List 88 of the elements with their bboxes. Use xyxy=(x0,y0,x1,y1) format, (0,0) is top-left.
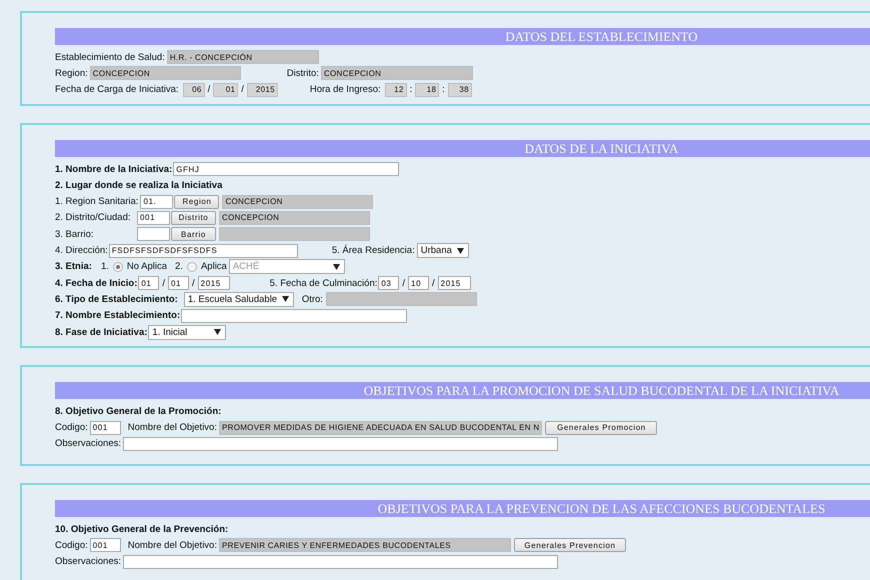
input-field[interactable] xyxy=(326,292,477,306)
field-label: Codigo: xyxy=(55,540,88,551)
button[interactable]: Region xyxy=(174,194,220,209)
input-field[interactable]: 001 xyxy=(90,420,121,435)
button[interactable]: Generales Prevencion xyxy=(514,538,626,552)
input-field[interactable]: FSDFSFSDFSDFSFSDFS xyxy=(108,244,298,258)
input-field[interactable]: PROMOVER MEDIDAS DE HIGIENE ADECUADA EN SALUD BUCODENTAL EN N xyxy=(218,420,542,435)
input-field[interactable] xyxy=(181,308,408,323)
radio-button[interactable] xyxy=(186,262,197,272)
input-field[interactable]: 001 xyxy=(137,210,170,225)
section-title: DATOS DEL ESTABLECIMIENTO xyxy=(505,29,698,44)
button[interactable]: Barrio xyxy=(171,227,216,242)
input-field[interactable] xyxy=(123,436,558,451)
dropdown[interactable]: Urbana xyxy=(416,243,469,258)
input-field[interactable] xyxy=(123,554,558,569)
date-separator: / xyxy=(208,84,210,96)
field-label: Establecimiento de Salud: xyxy=(55,52,165,63)
field-label: Observaciones: xyxy=(55,438,122,450)
field-label: 2. Distrito/Ciudad: xyxy=(55,212,132,224)
input-field[interactable]: 06 xyxy=(182,82,205,97)
date-separator: : xyxy=(442,84,445,96)
section-title: OBJETIVOS PARA LA PREVENCION DE LAS AFECCIONES BUCODENTALES xyxy=(378,501,826,516)
field-label: 2. xyxy=(175,261,183,272)
field-label: 3. Etnia: xyxy=(55,261,92,272)
field-label: Nombre del Objetivo: xyxy=(128,540,217,551)
field-label: 1. xyxy=(100,261,109,272)
input-field[interactable]: 12 xyxy=(384,82,407,97)
field-label: 8. Objetivo General de la Promoción: xyxy=(55,406,222,417)
dropdown[interactable]: 1. Inicial xyxy=(148,324,226,340)
field-label: 5. Área Residencia: xyxy=(332,245,415,256)
input-field[interactable] xyxy=(137,227,170,242)
field-label: 2. Lugar donde se realiza la Iniciativa xyxy=(55,180,222,191)
field-label: 6. Tipo de Establecimiento: xyxy=(55,294,178,305)
field-label: Otro: xyxy=(302,294,323,305)
input-field[interactable]: PREVENIR CARIES Y ENFERMEDADES BUCODENTALES xyxy=(218,538,511,552)
section-title: DATOS DE LA INICIATIVA xyxy=(524,140,678,156)
input-field[interactable]: 01 xyxy=(213,82,238,97)
field-label: Nombre del Objetivo: xyxy=(128,422,217,434)
input-field[interactable]: 01 xyxy=(138,276,160,290)
input-field[interactable]: 001 xyxy=(90,538,121,552)
field-label: Fecha de Carga de Iniciativa: xyxy=(55,84,179,96)
date-separator: / xyxy=(192,278,195,289)
field-label: 4. Fecha de Inicio: xyxy=(55,278,138,289)
input-field[interactable]: 01. xyxy=(140,194,174,209)
date-separator: / xyxy=(432,278,435,289)
field-label: Region: xyxy=(55,68,88,79)
field-label: 10. Objetivo General de la Prevención: xyxy=(55,524,228,535)
input-field[interactable]: GFHJ xyxy=(173,162,400,176)
input-field[interactable]: 03 xyxy=(378,276,400,290)
date-separator: / xyxy=(402,278,406,289)
field-label: Hora de Ingreso: xyxy=(310,84,381,96)
field-label: No Aplica xyxy=(126,261,168,272)
input-field[interactable]: 10 xyxy=(408,276,430,290)
date-separator: / xyxy=(162,278,165,289)
date-separator: : xyxy=(410,84,412,96)
field-label: 8. Fase de Iniciativa: xyxy=(55,326,148,338)
caret-icon xyxy=(214,329,222,335)
field-label: 4. Dirección: xyxy=(55,245,108,256)
input-field[interactable]: 38 xyxy=(448,82,472,97)
field-label: Distrito: xyxy=(286,68,319,79)
field-label: 1. Nombre de la Iniciativa: xyxy=(55,164,172,175)
dropdown[interactable]: 1. Escuela Saludable xyxy=(184,292,294,307)
field-label: Codigo: xyxy=(55,422,88,434)
field-label: Aplica xyxy=(200,261,227,272)
input-field[interactable]: 2015 xyxy=(198,276,230,290)
input-field[interactable]: 18 xyxy=(415,82,440,97)
input-field[interactable]: 01 xyxy=(168,276,189,290)
field-label: 7. Nombre Establecimiento: xyxy=(55,310,180,322)
caret-icon xyxy=(456,248,464,254)
input-field[interactable]: CONCEPCION xyxy=(219,210,370,225)
caret-icon xyxy=(332,264,340,270)
field-label: 5. Fecha de Culminación: xyxy=(270,278,378,289)
button[interactable]: Distrito xyxy=(171,210,216,225)
input-field[interactable]: CONCEPCION xyxy=(222,194,374,209)
input-field[interactable]: 2015 xyxy=(438,276,471,290)
input-field[interactable]: CONCEPCION xyxy=(90,66,241,80)
radio-button[interactable] xyxy=(112,262,123,272)
caret-icon xyxy=(282,296,289,302)
field-label: 1. Region Sanitaria: xyxy=(55,196,140,208)
date-separator: / xyxy=(241,84,244,96)
input-field[interactable] xyxy=(219,227,370,242)
section-title: OBJETIVOS PARA LA PROMOCION DE SALUD BUCODENTAL DE LA INICIATIVA xyxy=(364,383,840,398)
button[interactable]: Generales Promocion xyxy=(545,420,658,435)
input-field[interactable]: H.R. - CONCEPCIÓN xyxy=(166,50,319,64)
input-field[interactable]: 2015 xyxy=(246,82,278,97)
field-label: Observaciones: xyxy=(55,556,122,568)
field-label: 3. Barrio: xyxy=(55,228,95,240)
input-field[interactable]: CONCEPCION xyxy=(320,66,473,80)
